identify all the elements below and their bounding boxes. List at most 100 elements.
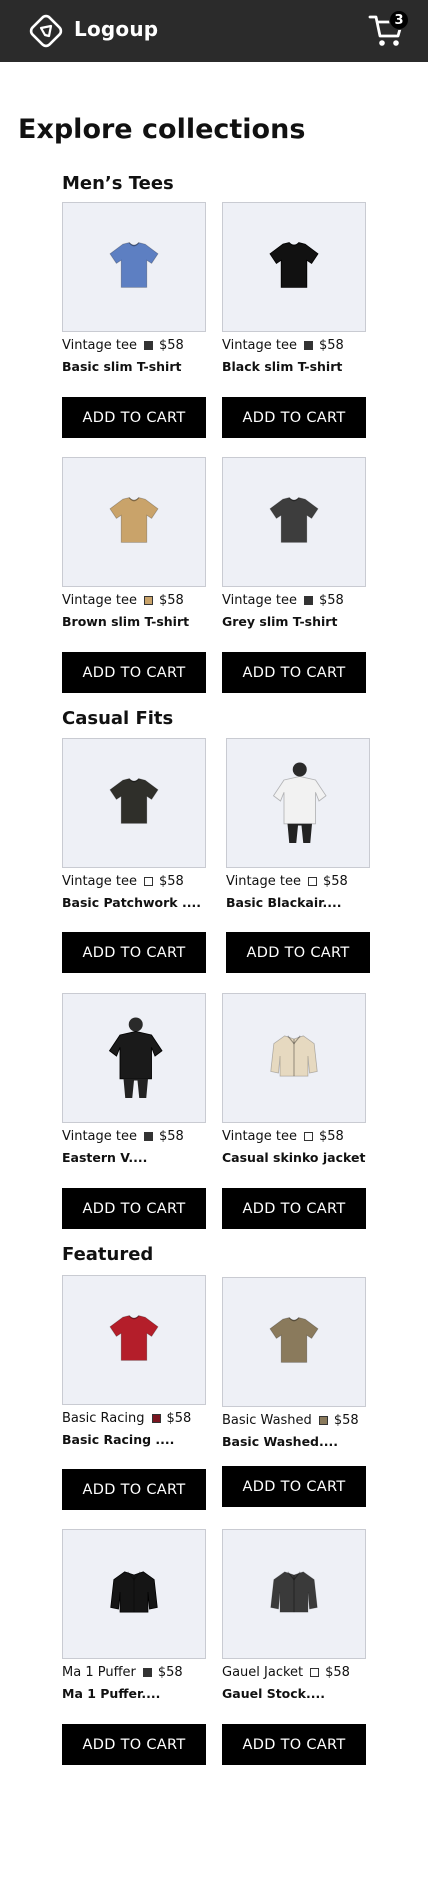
product-price: $58 [159,593,184,608]
product-price: $58 [319,1129,344,1144]
product-image[interactable] [62,1529,206,1659]
add-to-cart-button[interactable]: ADD TO CART [62,1469,206,1510]
add-to-cart-button[interactable]: ADD TO CART [226,932,370,973]
product-image[interactable] [226,738,370,868]
product-name[interactable]: Basic Racing .... [62,1432,206,1447]
product-meta: Vintage tee $58 [62,874,206,889]
page-title: Explore collections [18,114,306,145]
product-name[interactable]: Basic Patchwork .... [62,895,206,910]
product-category: Ma 1 Puffer [62,1665,136,1680]
product-name[interactable]: Gauel Stock.... [222,1686,366,1701]
product-card: Ma 1 Puffer $58 Ma 1 Puffer.... ADD TO C… [62,1529,206,1765]
color-swatch [151,1414,161,1423]
product-meta: Gauel Jacket $58 [222,1665,366,1680]
add-to-cart-label: ADD TO CART [82,1200,186,1217]
product-category: Vintage tee [62,874,137,889]
logo-text[interactable]: Logoup [74,17,158,41]
white-tshirt-model-icon [263,746,333,860]
add-to-cart-button[interactable]: ADD TO CART [222,652,366,693]
product-image[interactable] [62,457,206,587]
product-name[interactable]: Basic Blackair.... [226,895,370,910]
product-meta: Vintage tee $58 [222,338,366,353]
grey-tshirt-icon [262,488,326,556]
product-meta: Vintage tee $58 [62,1129,206,1144]
product-image[interactable] [62,738,206,868]
add-to-cart-label: ADD TO CART [242,1736,346,1753]
add-to-cart-label: ADD TO CART [82,409,186,426]
product-image[interactable] [222,1529,366,1659]
product-name[interactable]: Basic Washed.... [222,1434,366,1449]
add-to-cart-label: ADD TO CART [242,664,346,681]
product-image[interactable] [222,457,366,587]
product-image[interactable] [62,1275,206,1405]
product-category: Gauel Jacket [222,1665,304,1680]
product-name[interactable]: Basic slim T-shirt [62,359,206,374]
add-to-cart-label: ADD TO CART [82,1736,186,1753]
product-card: Gauel Jacket $58 Gauel Stock.... ADD TO … [222,1529,366,1765]
add-to-cart-button[interactable]: ADD TO CART [222,1724,366,1765]
color-swatch [308,877,317,886]
product-category: Vintage tee [62,593,137,608]
color-swatch [144,341,153,350]
product-image[interactable] [62,202,206,332]
product-meta: Vintage tee $58 [222,593,366,608]
product-meta: Basic Racing $58 [62,1411,206,1426]
add-to-cart-button[interactable]: ADD TO CART [62,1724,206,1765]
product-name[interactable]: Eastern V.... [62,1150,206,1165]
product-name[interactable]: Casual skinko jacket [222,1150,366,1165]
logo-icon[interactable] [28,13,64,49]
product-name[interactable]: Brown slim T-shirt [62,614,206,629]
product-name[interactable]: Grey slim T-shirt [222,614,366,629]
product-category: Vintage tee [62,338,137,353]
washed-tshirt-icon [262,1308,326,1376]
product-card: Vintage tee $58 Casual skinko jacket ADD… [222,993,366,1229]
brown-tshirt-icon [102,488,166,556]
add-to-cart-button[interactable]: ADD TO CART [222,1466,366,1507]
add-to-cart-button[interactable]: ADD TO CART [62,652,206,693]
product-meta: Vintage tee $58 [226,874,370,889]
color-swatch [144,1132,153,1141]
product-image[interactable] [62,993,206,1123]
product-card: Vintage tee $58 Grey slim T-shirt ADD TO… [222,457,366,693]
patchwork-tshirt-icon [102,769,166,837]
product-category: Basic Racing [62,1411,145,1426]
color-swatch [318,1416,328,1425]
patch-jacket-icon [263,1561,325,1627]
product-name[interactable]: Ma 1 Puffer.... [62,1686,206,1701]
color-swatch [310,1668,320,1677]
add-to-cart-button[interactable]: ADD TO CART [222,397,366,438]
product-price: $58 [159,874,184,889]
product-card: Vintage tee $58 Black slim T-shirt ADD T… [222,202,366,438]
color-swatch [142,1668,152,1677]
product-image[interactable] [222,202,366,332]
jersey-model-icon [99,1001,169,1115]
color-swatch [304,1132,313,1141]
add-to-cart-label: ADD TO CART [246,944,350,961]
add-to-cart-button[interactable]: ADD TO CART [62,932,206,973]
product-price: $58 [157,1665,183,1680]
product-meta: Ma 1 Puffer $58 [62,1665,206,1680]
product-meta: Vintage tee $58 [222,1129,366,1144]
product-meta: Vintage tee $58 [62,593,206,608]
puffer-jacket-icon [103,1561,165,1627]
add-to-cart-label: ADD TO CART [242,409,346,426]
add-to-cart-button[interactable]: ADD TO CART [62,397,206,438]
black-tshirt-icon [262,233,326,301]
product-category: Basic Washed [222,1413,312,1428]
product-image[interactable] [222,1277,366,1407]
product-card: Basic Racing $58 Basic Racing .... ADD T… [62,1275,206,1510]
add-to-cart-button[interactable]: ADD TO CART [62,1188,206,1229]
product-price: $58 [159,1129,184,1144]
product-name[interactable]: Black slim T-shirt [222,359,366,374]
add-to-cart-label: ADD TO CART [82,944,186,961]
product-category: Vintage tee [62,1129,137,1144]
product-image[interactable] [222,993,366,1123]
product-price: $58 [333,1413,359,1428]
product-card: Basic Washed $58 Basic Washed.... ADD TO… [222,1277,366,1507]
add-to-cart-label: ADD TO CART [82,1481,186,1498]
add-to-cart-label: ADD TO CART [82,664,186,681]
add-to-cart-button[interactable]: ADD TO CART [222,1188,366,1229]
color-swatch [304,341,313,350]
product-category: Vintage tee [222,593,297,608]
product-price: $58 [325,1665,350,1680]
